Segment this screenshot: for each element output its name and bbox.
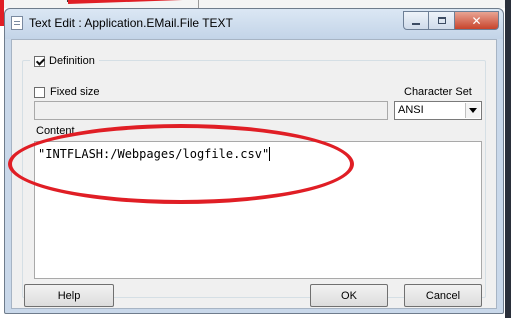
close-icon: ✕: [471, 13, 482, 28]
window-title: Text Edit : Application.EMail.File TEXT: [29, 16, 233, 30]
caption-buttons: ✕: [403, 11, 499, 31]
ok-button[interactable]: OK: [310, 284, 388, 307]
content-value: "INTFLASH:/Webpages/logfile.csv": [38, 147, 270, 161]
content-text-line: "INTFLASH:/Webpages/logfile.csv": [38, 147, 271, 161]
maximize-button[interactable]: [429, 11, 455, 30]
minimize-icon: [412, 22, 420, 25]
background-edge: [505, 0, 511, 318]
text-caret: [269, 147, 271, 161]
fixed-size-checkbox[interactable]: [34, 86, 45, 98]
fixed-size-field: [34, 101, 388, 120]
character-set-value: ANSI: [398, 104, 424, 116]
title-bar[interactable]: Text Edit : Application.EMail.File TEXT …: [5, 9, 503, 39]
minimize-button[interactable]: [403, 11, 429, 30]
cancel-button[interactable]: Cancel: [404, 284, 482, 307]
text-edit-dialog: Text Edit : Application.EMail.File TEXT …: [4, 8, 504, 314]
fixed-size-label: Fixed size: [50, 86, 100, 98]
character-set-select[interactable]: ANSI: [394, 101, 482, 120]
document-icon: [11, 16, 23, 30]
maximize-icon: [437, 17, 446, 24]
dialog-body: Definition Fixed size Character Set ANSI…: [11, 39, 497, 309]
definition-legend: Definition: [30, 54, 99, 68]
definition-label: Definition: [49, 55, 95, 67]
annotation-stroke-left: [0, 0, 4, 26]
content-label: Content: [36, 125, 75, 137]
character-set-label: Character Set: [404, 86, 472, 98]
fixed-size-option: Fixed size: [34, 86, 100, 98]
help-button[interactable]: Help: [24, 284, 114, 307]
content-textarea[interactable]: "INTFLASH:/Webpages/logfile.csv": [34, 141, 482, 279]
chevron-down-icon[interactable]: [465, 103, 480, 118]
definition-checkbox[interactable]: [34, 55, 45, 67]
close-button[interactable]: ✕: [455, 11, 499, 30]
